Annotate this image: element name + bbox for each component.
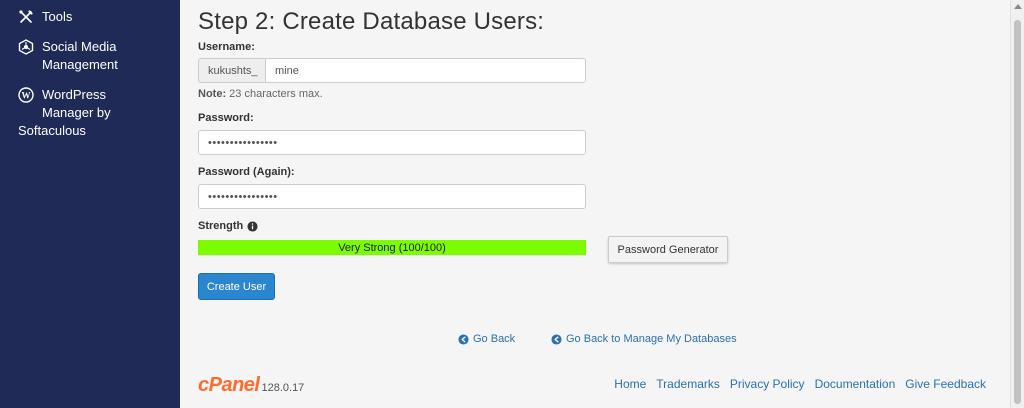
sidebar-item-tools[interactable]: Tools <box>18 8 72 26</box>
password-input[interactable] <box>198 130 586 155</box>
sidebar-item-label: WordPress <box>42 87 107 102</box>
go-back-link[interactable]: Go Back <box>458 333 515 345</box>
scrollbar-thumb[interactable] <box>1014 20 1021 404</box>
footer-link-home[interactable]: Home <box>614 377 646 391</box>
cpanel-logo-text: cPanel <box>198 374 260 396</box>
sidebar-item-wordpress[interactable]: W WordPress Manager by Softaculous <box>18 86 168 140</box>
svg-text:W: W <box>22 91 31 101</box>
username-prefix: kukushts_ <box>198 58 265 83</box>
username-note: Note: 23 characters max. <box>198 88 323 100</box>
main-content: Step 2: Create Database Users: Username:… <box>180 0 1010 408</box>
page-title: Step 2: Create Database Users: <box>198 8 545 35</box>
tools-icon <box>19 10 33 23</box>
footer-link-give-feedback[interactable]: Give Feedback <box>905 377 986 391</box>
note-text: 23 characters max. <box>226 88 323 100</box>
password-label: Password: <box>198 112 254 124</box>
scroll-up-arrow-icon[interactable] <box>1014 4 1022 9</box>
sidebar-item-label: Social Media Management <box>42 39 118 72</box>
sidebar-item-social-media[interactable]: Social Media Management <box>18 38 168 74</box>
go-back-manage-label: Go Back to Manage My Databases <box>566 333 737 345</box>
cpanel-version: 128.0.17 <box>261 382 305 394</box>
password-again-input[interactable] <box>198 184 586 209</box>
arrow-left-circle-icon <box>458 333 469 345</box>
strength-meter: Very Strong (100/100) <box>198 240 586 255</box>
info-icon[interactable] <box>247 220 258 232</box>
strength-label: Strength <box>198 220 244 232</box>
password-generator-button[interactable]: Password Generator <box>608 236 728 263</box>
go-back-label: Go Back <box>473 333 516 345</box>
strength-text: Very Strong (100/100) <box>338 241 446 254</box>
footer-link-privacy-policy[interactable]: Privacy Policy <box>730 377 805 391</box>
note-label: Note: <box>198 88 227 100</box>
create-user-button[interactable]: Create User <box>198 273 275 300</box>
footer-link-trademarks[interactable]: Trademarks <box>656 377 720 391</box>
username-input[interactable] <box>265 58 586 83</box>
username-label: Username: <box>198 41 255 53</box>
password-again-label: Password (Again): <box>198 166 295 178</box>
go-back-manage-databases-link[interactable]: Go Back to Manage My Databases <box>551 333 737 345</box>
cpanel-logo: cPanel 128.0.17 <box>198 374 304 397</box>
username-input-group: kukushts_ <box>198 58 586 83</box>
sidebar-item-label: Manager by <box>42 105 111 120</box>
footer-link-documentation[interactable]: Documentation <box>815 377 896 391</box>
sidebar-item-label: Softaculous <box>18 123 86 138</box>
vertical-scrollbar[interactable] <box>1010 0 1024 408</box>
social-media-icon <box>18 39 34 55</box>
strength-label-row: Strength <box>198 220 258 232</box>
footer-links: Home Trademarks Privacy Policy Documenta… <box>614 377 986 391</box>
sidebar: Tools Social Media Management W WordPres… <box>0 0 180 408</box>
wordpress-icon: W <box>18 87 34 103</box>
arrow-left-circle-icon <box>551 333 562 345</box>
